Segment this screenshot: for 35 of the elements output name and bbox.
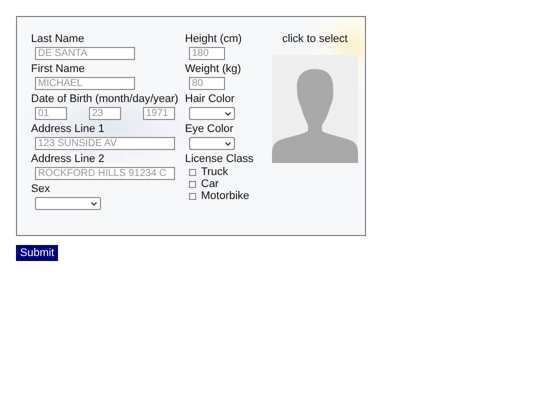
avatar-placeholder-icon[interactable] <box>272 55 358 163</box>
checkbox-label: Truck <box>201 166 228 178</box>
checkbox-label: Motorbike <box>201 190 250 202</box>
field-label: License Class <box>185 153 254 166</box>
dropdown[interactable] <box>189 137 235 150</box>
checkbox[interactable] <box>189 180 196 188</box>
field-label: Last Name <box>31 33 86 46</box>
caret-icon <box>225 142 231 146</box>
input-field[interactable]: DE SANTA <box>35 47 135 60</box>
dropdown[interactable] <box>189 107 235 120</box>
input-field[interactable]: 123 SUNSIDE AV <box>35 137 175 150</box>
field-label: Height (cm) <box>185 33 243 46</box>
checkbox[interactable] <box>189 168 196 176</box>
field-label: Eye Color <box>185 123 234 136</box>
field-label: Hair Color <box>185 93 236 106</box>
field-label: Address Line 2 <box>31 153 106 166</box>
input-field[interactable]: MICHAEL <box>35 77 135 90</box>
field-label: First Name <box>31 63 86 76</box>
dropdown[interactable] <box>35 197 101 210</box>
field-label: Address Line 1 <box>31 123 106 136</box>
input-field[interactable]: 80 <box>189 77 225 90</box>
field-label: Weight (kg) <box>185 63 242 76</box>
submit-button[interactable]: Submit <box>16 245 58 261</box>
caret-icon <box>91 202 97 206</box>
field-label: Date of Birth (month/day/year) <box>31 93 180 106</box>
input-field[interactable]: ROCKFORD HILLS 91234 C <box>35 167 175 180</box>
field-label: Sex <box>31 183 51 196</box>
input-field[interactable]: 1971 <box>143 107 175 120</box>
photo-caption: click to select <box>282 33 348 46</box>
checkbox[interactable] <box>189 192 196 200</box>
caret-icon <box>225 112 231 116</box>
input-field[interactable]: 01 <box>35 107 67 120</box>
input-field[interactable]: 23 <box>89 107 121 120</box>
checkbox-label: Car <box>201 178 219 190</box>
input-field[interactable]: 180 <box>189 47 225 60</box>
